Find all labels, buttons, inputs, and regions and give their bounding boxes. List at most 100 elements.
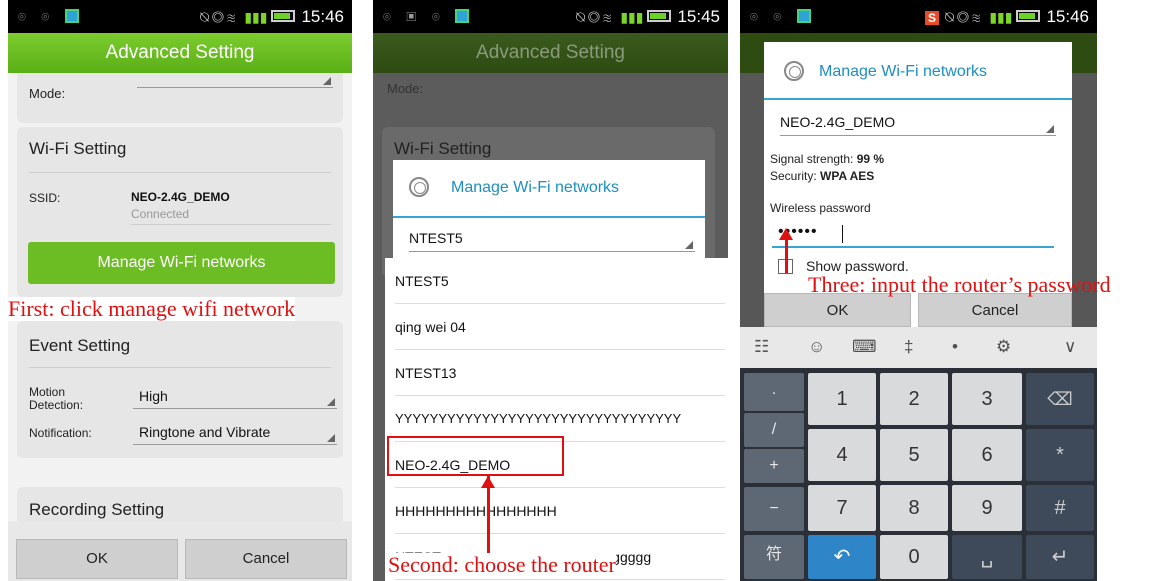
notification-icon: ⌾ ⌾: [750, 9, 788, 24]
annotation-second: Second: choose the router: [388, 552, 616, 577]
network-select[interactable]: NTEST5: [409, 230, 695, 252]
keyboard-icon[interactable]: ⌨: [852, 337, 877, 357]
wifi-setting-card: Wi-Fi Setting SSID: NEO-2.4G_DEMO Connec…: [17, 127, 343, 297]
signal-icon: ▮▮▮: [244, 9, 268, 25]
ssid-value: NEO-2.4G_DEMO: [131, 190, 230, 204]
key-3[interactable]: 3: [952, 373, 1022, 425]
backspace-key[interactable]: ⌫: [1026, 373, 1094, 425]
annotation-third: Three: input the router’s password: [808, 272, 1111, 297]
annotation-first: First: click manage wifi network: [8, 296, 296, 321]
wifi-settings-icon: [784, 61, 804, 81]
apps-icon[interactable]: ☷: [754, 337, 769, 357]
key-6[interactable]: 6: [952, 429, 1022, 481]
cursor-icon[interactable]: ‡: [904, 337, 913, 357]
gear-icon[interactable]: ⚙: [996, 337, 1011, 357]
key-8[interactable]: 8: [880, 485, 948, 531]
alarm-wifi-icons: ⍉◎≋: [576, 9, 615, 26]
wifi-settings-icon: [409, 177, 429, 197]
status-bar: ⌾ ⌾ S ⍉◎≋ ▮▮▮ 15:46: [740, 0, 1097, 33]
arrow-head: [779, 228, 793, 240]
bg-card-title: Wi-Fi Setting: [394, 139, 492, 158]
network-select-value: NTEST5: [409, 230, 463, 246]
play-store-icon: [64, 9, 79, 23]
alarm-wifi-icons: ⍉◎≋: [200, 9, 239, 26]
text-cursor: [842, 225, 843, 243]
mode-label: Mode:: [29, 86, 66, 101]
enter-key[interactable]: ↵: [1026, 535, 1094, 579]
security-label: Security:: [770, 169, 817, 183]
clock: 15:46: [301, 7, 344, 26]
numeric-keyboard: ☷ ☺ ⌨ ‡ • ⚙ ∨ . / + − 1 2 3 ⌫ 4 5 6 * 7 …: [740, 327, 1097, 581]
network-item[interactable]: NTEST5: [395, 258, 725, 304]
status-bar: ⌾ ⌾ ⍉◎≋ ▮▮▮ 15:46: [8, 0, 352, 33]
key-slash[interactable]: /: [744, 413, 804, 447]
cancel-button[interactable]: Cancel: [918, 293, 1072, 327]
battery-icon: [1016, 10, 1041, 22]
ok-button[interactable]: OK: [764, 293, 911, 327]
network-item[interactable]: qing wei 04: [395, 304, 725, 350]
motion-label: Motion Detection:: [29, 385, 84, 412]
ssid-label: SSID:: [29, 191, 61, 205]
network-select-value: NEO-2.4G_DEMO: [780, 114, 896, 130]
manage-wifi-dialog: Manage Wi-Fi networks NTEST5: [393, 160, 705, 260]
notification-select[interactable]: Ringtone and Vibrate: [133, 419, 337, 445]
motion-value: High: [139, 388, 168, 404]
mode-select[interactable]: [137, 75, 333, 88]
password-label: Wireless password: [770, 201, 871, 215]
s-badge-icon: S: [924, 11, 939, 25]
symbol-key[interactable]: 符: [744, 535, 804, 579]
status-bar: ⌾ ▣ ⌾ ⍉◎≋ ▮▮▮ 15:45: [373, 0, 728, 33]
notification-label: Notification:: [29, 426, 92, 440]
recording-card-title: Recording Setting: [29, 500, 165, 519]
mic-icon[interactable]: •: [952, 337, 958, 357]
key-hash[interactable]: #: [1026, 485, 1094, 531]
arrow-shaft: [785, 237, 788, 273]
dialog-title: Manage Wi-Fi networks: [451, 179, 620, 196]
key-5[interactable]: 5: [880, 429, 948, 481]
event-card-title: Event Setting: [29, 336, 131, 355]
security-value: WPA AES: [820, 169, 875, 183]
ok-button[interactable]: OK: [16, 539, 178, 579]
signal-label: Signal strength:: [770, 152, 854, 166]
key-2[interactable]: 2: [880, 373, 948, 425]
space-key[interactable]: ␣: [952, 535, 1022, 579]
clock: 15:45: [677, 7, 720, 26]
key-0[interactable]: 0: [880, 535, 948, 579]
phone-screen-2: ⌾ ▣ ⌾ ⍉◎≋ ▮▮▮ 15:45 Advanced Setting Mode:…: [373, 0, 728, 581]
signal-value: 99 %: [856, 152, 885, 166]
play-store-icon: [455, 9, 470, 23]
key-dot[interactable]: .: [744, 373, 804, 411]
wifi-card-title: Wi-Fi Setting: [29, 139, 127, 158]
page-title: Advanced Setting: [8, 33, 352, 73]
clock: 15:46: [1046, 7, 1089, 26]
cancel-button[interactable]: Cancel: [185, 539, 347, 579]
network-select[interactable]: NEO-2.4G_DEMO: [780, 112, 1056, 136]
network-item[interactable]: HHHHHHHHHHHHHHHH: [395, 488, 725, 534]
key-4[interactable]: 4: [808, 429, 876, 481]
key-asterisk[interactable]: *: [1026, 429, 1094, 481]
notification-value: Ringtone and Vibrate: [139, 424, 271, 440]
key-9[interactable]: 9: [952, 485, 1022, 531]
motion-select[interactable]: High: [133, 383, 337, 409]
collapse-icon[interactable]: ∨: [1064, 337, 1076, 357]
back-key[interactable]: ↶: [808, 535, 876, 579]
mode-label-dimmed: Mode:: [387, 81, 424, 96]
alarm-wifi-icons: ⍉◎≋: [945, 9, 984, 26]
play-store-icon: [796, 9, 811, 23]
network-item[interactable]: NTEST13: [395, 350, 725, 396]
highlight-box: [387, 436, 564, 476]
emoji-icon[interactable]: ☺: [808, 337, 825, 357]
manage-wifi-button[interactable]: Manage Wi-Fi networks: [28, 242, 335, 284]
key-minus[interactable]: −: [744, 487, 804, 531]
password-input[interactable]: ••••••: [772, 222, 1054, 248]
keyboard-toolbar: ☷ ☺ ⌨ ‡ • ⚙ ∨: [740, 327, 1097, 368]
key-plus[interactable]: +: [744, 449, 804, 483]
page-title-dimmed: Advanced Setting: [373, 33, 728, 73]
signal-icon: ▮▮▮: [620, 9, 644, 25]
event-setting-card: Event Setting Motion Detection: High Not…: [17, 321, 343, 458]
mode-card: Mode:: [17, 73, 343, 123]
arrow-head: [481, 476, 495, 488]
key-1[interactable]: 1: [808, 373, 876, 425]
key-7[interactable]: 7: [808, 485, 876, 531]
notification-icon: ⌾ ⌾: [18, 9, 56, 24]
